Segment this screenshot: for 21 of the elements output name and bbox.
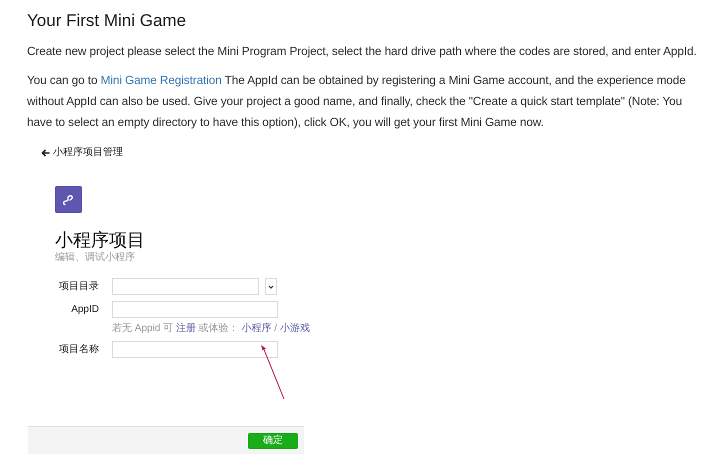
paragraph: You can go to Mini Game Registration The AppId can be obtained by registering a Mini Game account, and the experience mode without AppId can also be used. Give your project a good name, and finally, check the "Create a quick start template" (Note: You have to select an empty directory to have this option), click OK, you will get your first Mini Game now. [27,72,687,131]
project-title: 小程序项目 [55,229,146,251]
registration-link[interactable]: Mini Game Registration [100,73,222,87]
paragraph: Create new project please select the Mini Program Project, select the hard drive path where the codes are stored, and enter AppId. [27,43,698,60]
back-arrow-icon [41,149,50,157]
field-label: AppID [70,303,100,317]
back-link[interactable]: 小程序项目管理 [41,146,123,160]
field-label: 项目名称 [58,343,100,357]
project-subtitle: 编辑、调试小程序 [55,252,136,264]
field-label: 项目目录 [58,280,100,294]
dropdown-button[interactable] [265,278,277,295]
input-field[interactable] [112,301,278,318]
chevron-down-icon [268,284,274,288]
app-logo-icon [55,186,82,213]
hint-link[interactable]: 注册 [176,323,196,334]
input-field[interactable] [112,341,278,358]
hint-link[interactable]: 小程序 [241,323,272,334]
hint-link[interactable]: 小游戏 [280,323,310,334]
pointer-arrow [260,344,286,400]
input-field[interactable] [112,278,259,295]
article-heading: Your First Mini Game [27,10,188,32]
